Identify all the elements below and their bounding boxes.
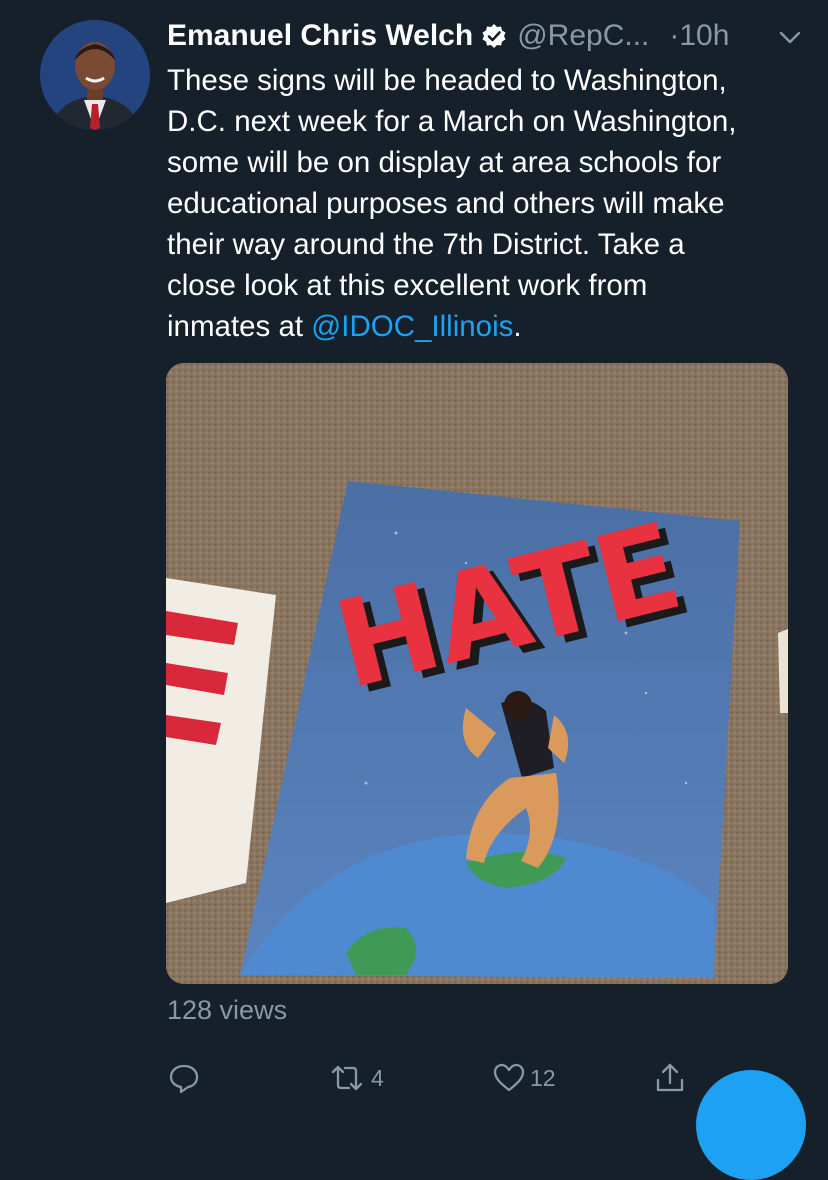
chevron-down-icon[interactable] [777, 24, 803, 50]
tweet-timestamp[interactable]: ·10h [669, 19, 729, 53]
tweet-actions: 4 12 [167, 1058, 727, 1098]
tweet-media-video[interactable]: HATE HATE [166, 363, 788, 984]
verified-badge-icon [481, 23, 507, 49]
mention-link[interactable]: @IDOC_Illinois [311, 310, 513, 343]
tweet-text-line: These signs will be headed to Washington… [167, 64, 727, 97]
tweet-text-line: some will be on display at area schools … [167, 146, 722, 179]
retweet-icon [327, 1061, 367, 1095]
author-handle[interactable]: @RepC... [517, 19, 649, 53]
reply-button[interactable] [167, 1058, 201, 1098]
avatar[interactable] [40, 20, 150, 130]
author-name[interactable]: Emanuel Chris Welch [167, 19, 473, 53]
tweet-text: These signs will be headed to Washington… [167, 60, 807, 347]
tweet-header: Emanuel Chris Welch @RepC... ·10h [167, 14, 807, 58]
tweet-text-line-last: inmates at @IDOC_Illinois. [167, 306, 807, 347]
tweet-text-suffix: . [513, 310, 522, 343]
retweet-count: 4 [371, 1064, 384, 1091]
share-icon [653, 1061, 687, 1095]
retweet-button[interactable]: 4 [327, 1058, 384, 1098]
like-button[interactable]: 12 [492, 1058, 556, 1098]
tweet-text-line: their way around the 7th District. Take … [167, 228, 685, 261]
reply-icon [167, 1061, 201, 1095]
tweet-text-line: close look at this excellent work from [167, 269, 648, 302]
heart-icon [492, 1061, 526, 1095]
tweet-text-line: educational purposes and others will mak… [167, 187, 725, 220]
tweet[interactable]: Emanuel Chris Welch @RepC... ·10h These … [0, 0, 828, 1180]
compose-tweet-button[interactable] [696, 1070, 806, 1180]
tweet-text-prefix: inmates at [167, 310, 312, 343]
view-count: 128 views [167, 995, 288, 1025]
tweet-text-line: D.C. next week for a March on Washington… [167, 105, 737, 138]
share-button[interactable] [653, 1058, 687, 1098]
like-count: 12 [530, 1064, 556, 1091]
